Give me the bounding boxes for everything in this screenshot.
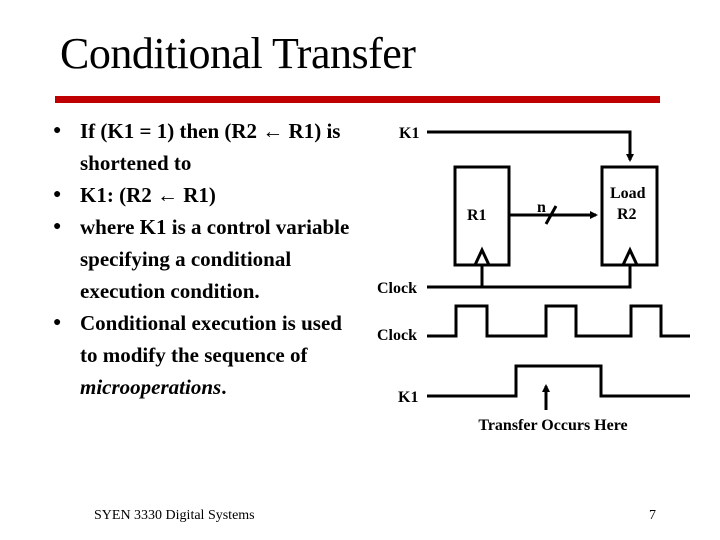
clock-distribution-line [427,266,632,289]
k1-control-line [427,130,634,162]
register-r2-label: R2 [617,206,637,223]
register-r2-load-label: Load [610,185,646,202]
timing-clock-label: Clock [377,327,417,344]
k1-control-label: K1 [399,125,419,142]
bus-width-label: n [537,199,546,216]
k1-waveform [427,364,690,398]
page-number: 7 [649,508,656,523]
timing-k1-label: K1 [398,389,418,406]
register-r1-label: R1 [467,207,487,224]
clock-waveform [427,304,690,338]
transfer-annotation: Transfer Occurs Here [478,417,627,434]
footer-course: SYEN 3330 Digital Systems [94,508,255,523]
clock-distribution-label: Clock [377,280,417,297]
register-transfer-diagram: K1 R1 Load R2 n Clock Clock K1 Transfer … [377,125,690,434]
